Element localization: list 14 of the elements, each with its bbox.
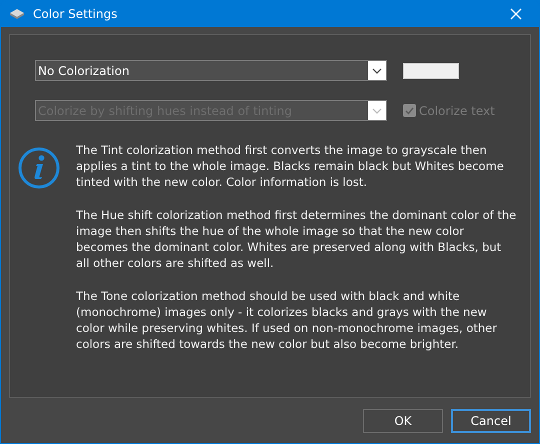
info-paragraph: The Hue shift colorization method first determines the dominant color of the image then shifts the hue of the whole image so that the new color becomes the dominant color. Whites are preserved along with Blacks, but all other colors are shifted as well. [76, 207, 518, 271]
dialog-button[interactable]: OK [363, 409, 443, 433]
info-icon [18, 147, 60, 189]
close-icon [510, 8, 522, 20]
app-icon [9, 8, 25, 20]
dropdown[interactable]: No Colorization [35, 60, 387, 81]
chevron-down-icon [372, 68, 382, 74]
dialog-button[interactable]: Cancel [451, 409, 531, 433]
checkbox-label: Colorize text [419, 102, 495, 120]
info-paragraph: The Tone colorization method should be used with black and white (monochrome) images only - it colorizes blacks and grays with the new color while preserving whites. If used on non-monochrome images, other colors are shifted towards the new color but also become brighter. [76, 288, 498, 352]
info-paragraph: The Tint colorization method first converts the image to grayscale then applies a tint to the whole image. Blacks remain black but Whites become tinted with the new color. Color information is lost. [76, 142, 505, 190]
window-title: Color Settings [33, 6, 118, 23]
chevron-down-icon [372, 108, 382, 114]
color-swatch[interactable] [403, 62, 459, 78]
